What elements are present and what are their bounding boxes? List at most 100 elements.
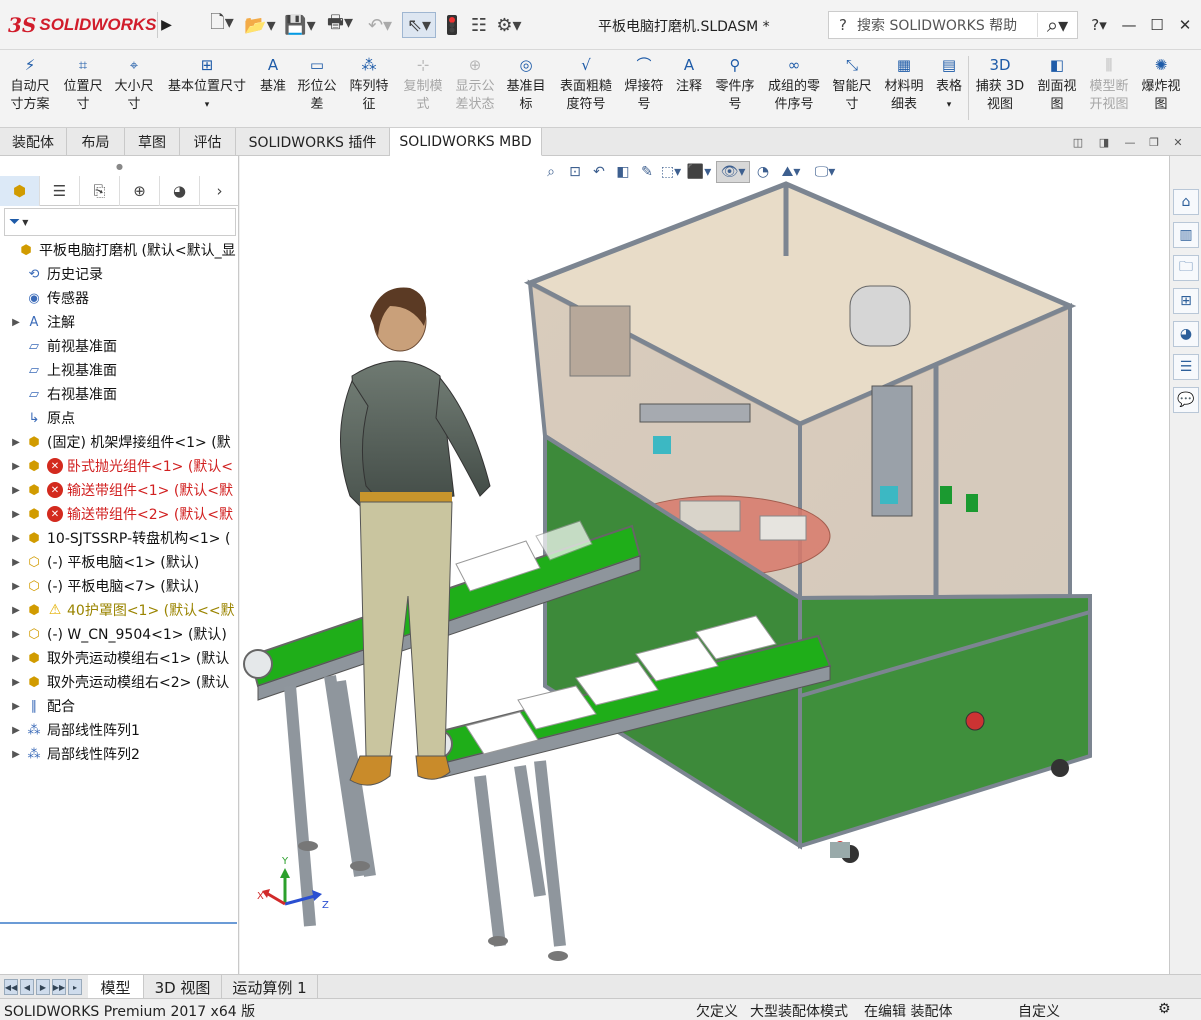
appearances-scenes-icon[interactable]: ◕ [1173, 321, 1199, 347]
tree-item[interactable]: ▱ 前视基准面 [0, 334, 239, 358]
featuremanager-tab-icon[interactable]: ⬢ [0, 176, 40, 206]
tree-item[interactable]: ▶ ⬡ (-) 平板电脑<1> (默认) [0, 550, 239, 574]
tree-item[interactable]: ↳ 原点 [0, 406, 239, 430]
dimxpertmanager-tab-icon[interactable]: ⊕ [120, 176, 160, 206]
section-view-button[interactable]: ◧ 剖面视图 [1032, 54, 1082, 114]
tab-sketch[interactable]: 草图 [125, 128, 180, 156]
tab-next-icon[interactable]: ▶ [36, 979, 50, 995]
solidworks-forum-icon[interactable]: 💬 [1173, 387, 1199, 413]
model-3d-view[interactable]: X Y Z [240, 156, 1169, 974]
tree-item[interactable]: ▶ ∥ 配合 [0, 694, 239, 718]
tree-item[interactable]: ⬢ 平板电脑打磨机 (默认<默认_显 [0, 238, 239, 262]
close-button[interactable]: ✕ [1173, 12, 1197, 38]
tab-solidworks-mbd[interactable]: SOLIDWORKS MBD [390, 128, 542, 156]
exploded-view-button[interactable]: ✺ 爆炸视图 [1136, 54, 1186, 114]
custom-properties-icon[interactable]: ☰ [1173, 354, 1199, 380]
location-dimension-button[interactable]: ⌗ 位置尺寸 [57, 54, 109, 114]
select-cursor-icon[interactable]: ⇖▾ [402, 12, 436, 38]
expand-arrow-icon[interactable]: ▶ [8, 533, 24, 544]
configurationmanager-tab-icon[interactable]: ⎘ [80, 176, 120, 206]
tree-item[interactable]: ▶ ⬡ (-) W_CN_9504<1> (默认) [0, 622, 239, 646]
expand-arrow-icon[interactable]: ▶ [8, 317, 24, 328]
datum-button[interactable]: A 基准 [254, 54, 292, 96]
tree-item[interactable]: ▶ ⬢ 10-SJTSSRP-转盘机构<1> ( [0, 526, 239, 550]
tab-last-icon[interactable]: ▶▶ [52, 979, 66, 995]
show-tolerance-status-button[interactable]: ⊕ 显示公 差状态 [450, 54, 500, 114]
undo-icon[interactable]: ↶▾ [362, 12, 398, 38]
tab-evaluate[interactable]: 评估 [180, 128, 236, 156]
size-dimension-button[interactable]: ⌖ 大小尺寸 [108, 54, 160, 114]
expand-arrow-icon[interactable]: ▶ [8, 749, 24, 760]
smart-dimension-button[interactable]: ⤡ 智能尺寸 [828, 54, 876, 114]
tree-item[interactable]: ▶ A 注解 [0, 310, 239, 334]
tab-model[interactable]: 模型 [88, 975, 144, 999]
model-break-view-button[interactable]: ⫼ 模型断 开视图 [1084, 54, 1134, 114]
tree-item[interactable]: ▱ 右视基准面 [0, 382, 239, 406]
expand-arrow-icon[interactable]: ▶ [8, 509, 24, 520]
viewport-close-icon[interactable]: ✕ [1170, 134, 1186, 150]
tree-item[interactable]: ◉ 传感器 [0, 286, 239, 310]
balloon-button[interactable]: ⚲ 零件序号 [710, 54, 760, 114]
expand-arrow-icon[interactable]: ▶ [8, 629, 24, 640]
open-document-icon[interactable]: 📂▾ [243, 12, 277, 38]
tab-assembly[interactable]: 装配体 [0, 128, 67, 156]
displaymanager-tab-icon[interactable]: ◕ [160, 176, 200, 206]
basic-location-dimension-button[interactable]: ⊞ 基本位置尺寸 ▾ [162, 54, 252, 114]
expand-arrow-icon[interactable]: ▶ [8, 557, 24, 568]
tree-item[interactable]: ▶ ⬢ ⚠ 40护罩图<1> (默认<<默 [0, 598, 239, 622]
tree-item[interactable]: ▶ ⬡ (-) 平板电脑<7> (默认) [0, 574, 239, 598]
tab-solidworks-addins[interactable]: SOLIDWORKS 插件 [236, 128, 390, 156]
viewport-nav-left-icon[interactable]: ◫ [1070, 134, 1086, 150]
expand-arrow-icon[interactable]: ▶ [8, 725, 24, 736]
viewport-nav-right-icon[interactable]: ◨ [1096, 134, 1112, 150]
options-gear-icon[interactable]: ⚙▾ [494, 12, 524, 38]
expand-arrow-icon[interactable]: ▶ [8, 605, 24, 616]
tree-item[interactable]: ▶ ⬢ 取外壳运动模组右<1> (默认 [0, 646, 239, 670]
tree-item[interactable]: ▶ ⬢ (固定) 机架焊接组件<1> (默 [0, 430, 239, 454]
tree-item[interactable]: ▶ ⬢ ✕ 输送带组件<2> (默认<默 [0, 502, 239, 526]
tabs-more-chevron-icon[interactable]: › [200, 176, 239, 206]
copy-scheme-button[interactable]: ⊹ 复制模式 [398, 54, 448, 114]
tree-item[interactable]: ▶ ⁂ 局部线性阵列1 [0, 718, 239, 742]
search-icon[interactable]: ⌕▾ [1037, 13, 1077, 37]
design-library-icon[interactable]: ▥ [1173, 222, 1199, 248]
dropdown-arrow-icon[interactable]: ▾ [947, 96, 952, 114]
solidworks-resources-icon[interactable]: ⌂ [1173, 189, 1199, 215]
expand-arrow-icon[interactable]: ▶ [8, 581, 24, 592]
auto-dimension-button[interactable]: ⚡ 自动尺 寸方案 [4, 54, 56, 114]
tree-item[interactable]: ▶ ⬢ ✕ 输送带组件<1> (默认<默 [0, 478, 239, 502]
help-search-box[interactable]: ? 搜索 SOLIDWORKS 帮助 ⌕▾ [828, 11, 1078, 39]
dropdown-arrow-icon[interactable]: ▾ [205, 96, 210, 114]
solidworks-logo[interactable]: 3S SOLIDWORKS [8, 10, 156, 40]
human-figure[interactable] [339, 287, 491, 786]
graphics-area[interactable]: ⌕ ⊡ ↶ ◧ ✎ ⬚▾ ⬛▾ 👁▾ ◔ ⛰▾ 🖵▾ X Y Z [240, 156, 1169, 974]
status-custom-units[interactable]: 自定义 [1018, 1001, 1060, 1020]
table-button[interactable]: ▤ 表格 ▾ [932, 54, 966, 114]
file-properties-icon[interactable]: ☷ [468, 12, 490, 38]
tab-first-icon[interactable]: ◀◀ [4, 979, 18, 995]
propertymanager-tab-icon[interactable]: ☰ [40, 176, 80, 206]
tab-layout[interactable]: 布局 [67, 128, 125, 156]
tab-3d-view[interactable]: 3D 视图 [144, 975, 222, 999]
geometric-tolerance-button[interactable]: ▭ 形位公差 [294, 54, 340, 114]
tree-item[interactable]: ▶ ⬢ 取外壳运动模组右<2> (默认 [0, 670, 239, 694]
tab-motion-study[interactable]: 运动算例 1 [222, 975, 318, 999]
print-icon[interactable]: 🖶▾ [322, 12, 358, 38]
view-palette-icon[interactable]: ⊞ [1173, 288, 1199, 314]
status-icon-settings[interactable]: ⚙ [1158, 1001, 1171, 1017]
machine-enclosure[interactable] [523, 181, 1092, 863]
help-search-input[interactable]: 搜索 SOLIDWORKS 帮助 [857, 15, 1037, 35]
tree-filter[interactable]: ⏷ ▼ [4, 208, 236, 236]
surface-finish-button[interactable]: √ 表面粗糙 度符号 [554, 54, 618, 114]
tree-item[interactable]: ▶ ⬢ ✕ 卧式抛光组件<1> (默认< [0, 454, 239, 478]
tree-item[interactable]: ▶ ⁂ 局部线性阵列2 [0, 742, 239, 766]
expand-arrow-icon[interactable]: ▶ [8, 461, 24, 472]
datum-target-button[interactable]: ◎ 基准目标 [502, 54, 550, 114]
minimize-button[interactable]: — [1117, 12, 1141, 38]
tab-prev-icon[interactable]: ◀ [20, 979, 34, 995]
bom-button[interactable]: ▦ 材料明 细表 [878, 54, 930, 114]
tree-item[interactable]: ⟲ 历史记录 [0, 262, 239, 286]
viewport-restore-icon[interactable]: ❐ [1146, 134, 1162, 150]
maximize-button[interactable]: ☐ [1145, 12, 1169, 38]
pattern-feature-button[interactable]: ⁂ 阵列特征 [344, 54, 394, 114]
